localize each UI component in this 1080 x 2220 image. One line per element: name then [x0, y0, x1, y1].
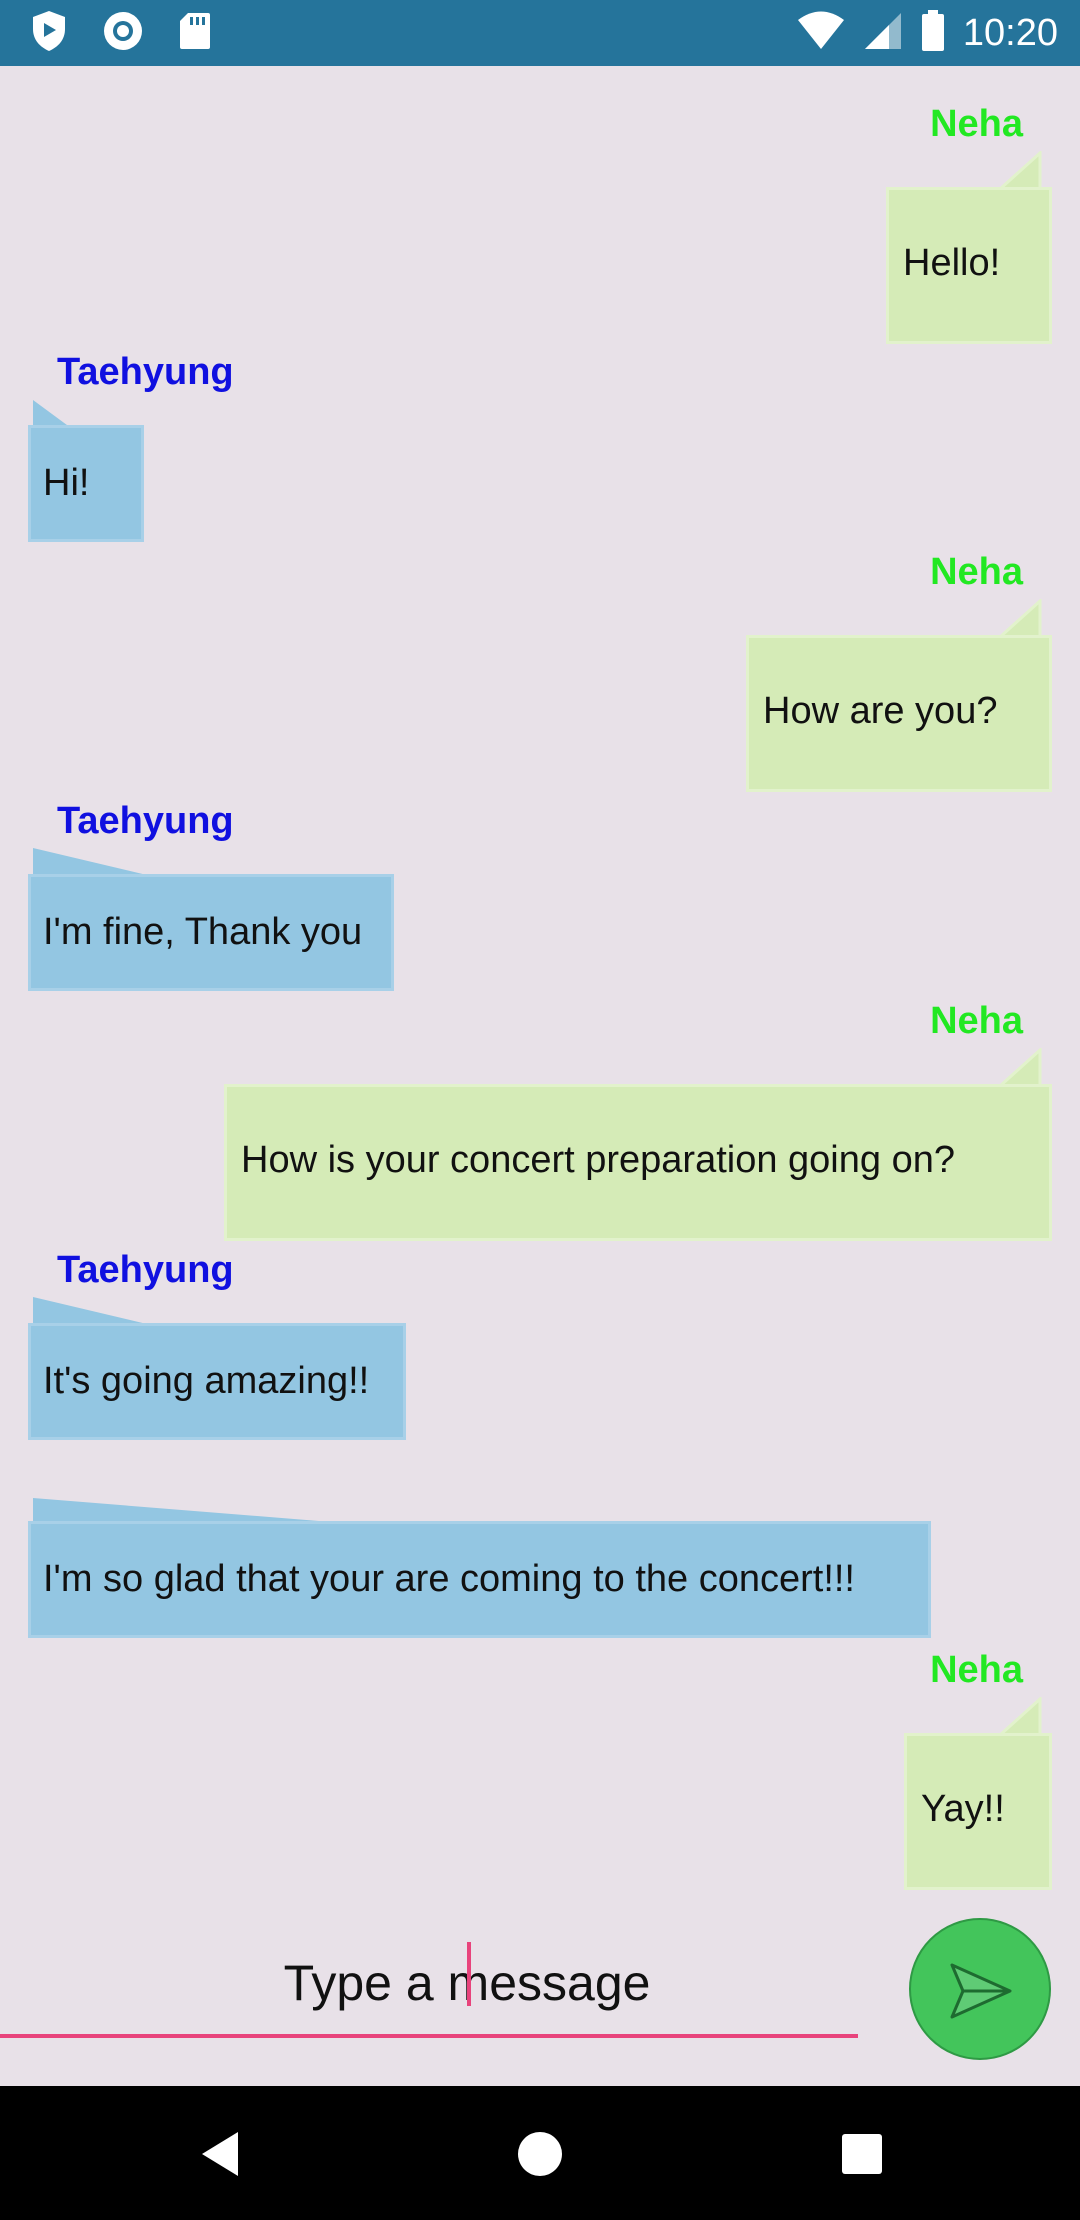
message-text: How are you? [763, 690, 998, 732]
sender-name: Neha [930, 103, 1023, 145]
message-text: I'm fine, Thank you [43, 911, 363, 953]
message-bubble[interactable]: It's going amazing!! [28, 1323, 406, 1440]
message-text: How is your concert preparation going on… [241, 1139, 955, 1181]
sender-name: Taehyung [57, 351, 234, 393]
status-left-icons [30, 10, 212, 56]
status-time: 10:20 [962, 11, 1058, 54]
signal-icon [863, 11, 903, 56]
sender-name: Neha [930, 1000, 1023, 1042]
status-right-icons: 10:20 [797, 8, 1058, 58]
sender-name: Neha [930, 551, 1023, 593]
bubble-tail [1000, 1048, 1042, 1086]
message-text: Yay!! [921, 1788, 1005, 1830]
chat-message-list[interactable]: Neha Hello! Taehyung Hi! Neha How are yo… [0, 66, 1080, 1890]
sender-name: Taehyung [57, 800, 234, 842]
navigation-bar [0, 2086, 1080, 2220]
send-icon [950, 1963, 1012, 2019]
back-icon[interactable] [190, 2122, 254, 2186]
recents-icon[interactable] [830, 2122, 894, 2186]
message-bubble[interactable]: I'm so glad that your are coming to the … [28, 1521, 931, 1638]
sender-name: Taehyung [57, 1249, 234, 1291]
bubble-tail [1000, 1697, 1042, 1735]
input-underline [0, 2034, 858, 2038]
text-cursor [467, 1942, 471, 2006]
message-text: It's going amazing!! [43, 1360, 370, 1402]
message-bubble[interactable]: How is your concert preparation going on… [224, 1084, 1052, 1241]
message-bubble[interactable]: Hi! [28, 425, 144, 542]
bubble-tail [1000, 599, 1042, 637]
sd-card-icon [178, 11, 212, 56]
message-bubble[interactable]: Hello! [886, 187, 1052, 344]
status-bar: 10:20 [0, 0, 1080, 66]
battery-icon [921, 9, 945, 57]
home-icon[interactable] [508, 2122, 572, 2186]
message-text: I'm so glad that your are coming to the … [43, 1558, 855, 1600]
message-text: Hello! [903, 242, 1001, 284]
record-icon [102, 10, 144, 57]
message-bubble[interactable]: How are you? [746, 635, 1052, 792]
message-bubble[interactable]: Yay!! [904, 1733, 1052, 1890]
wifi-icon [797, 11, 845, 56]
message-text: Hi! [43, 462, 90, 504]
shield-icon [30, 9, 68, 58]
sender-name: Neha [930, 1649, 1023, 1691]
send-button[interactable] [909, 1918, 1051, 2060]
message-bubble[interactable]: I'm fine, Thank you [28, 874, 394, 991]
bubble-tail [1000, 151, 1042, 189]
